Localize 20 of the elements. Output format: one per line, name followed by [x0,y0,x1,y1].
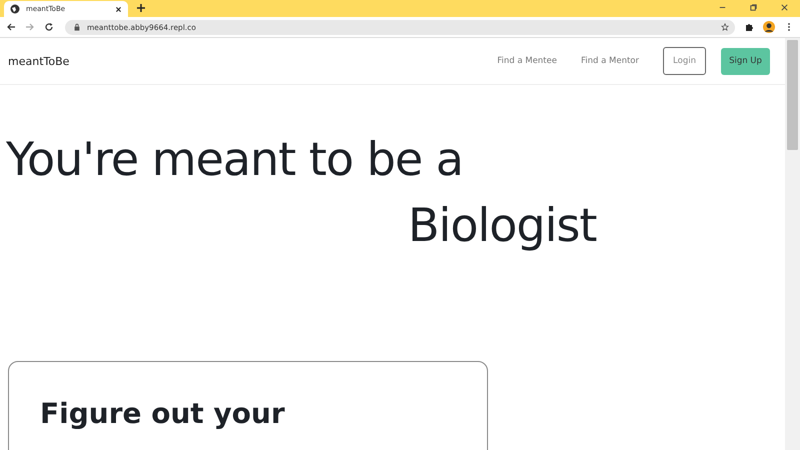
reload-icon[interactable] [44,22,54,32]
new-tab-icon[interactable] [136,3,146,13]
scrollbar-thumb[interactable] [787,40,798,150]
card-heading: Figure out your [40,396,286,432]
hero-heading: You're meant to be a [6,131,464,187]
lock-icon [73,23,81,31]
puzzle-icon[interactable] [744,22,754,32]
hero-role: Biologist [408,197,598,253]
restore-icon[interactable] [749,3,758,12]
sign-up-button[interactable]: Sign Up [721,48,770,74]
close-icon[interactable] [115,6,122,12]
back-icon[interactable] [6,22,16,32]
avatar-icon[interactable] [763,21,775,33]
close-window-icon[interactable] [780,3,789,12]
nav-link[interactable]: Find a Mentee [497,56,557,66]
star-icon[interactable] [721,23,729,31]
login-button[interactable]: Login [663,47,706,75]
brand-logo[interactable]: meantToBe [8,54,70,68]
scrollbar[interactable] [785,38,800,450]
nav-link[interactable]: Find a Mentor [580,56,639,66]
